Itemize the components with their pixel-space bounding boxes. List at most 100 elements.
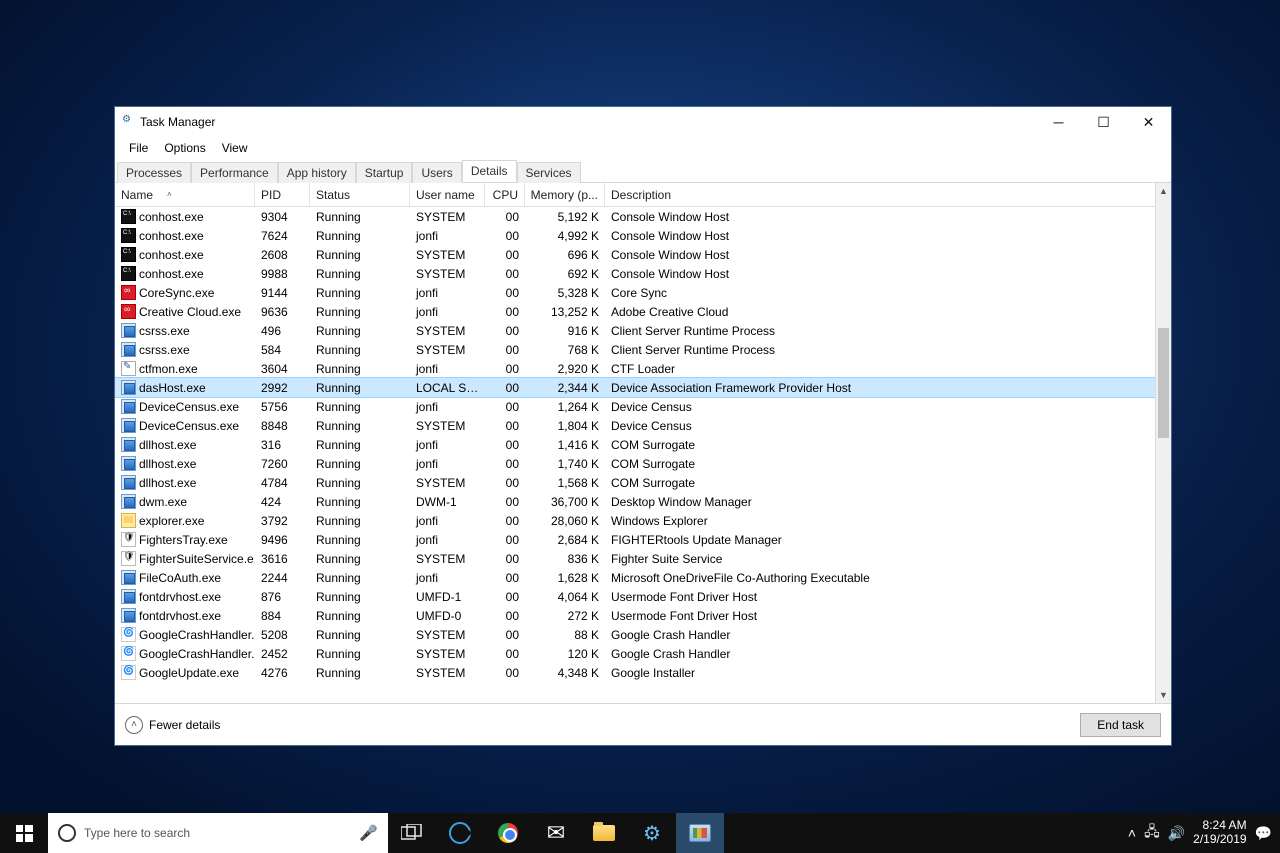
taskbar-icons: ✉ ⚙ (388, 813, 724, 853)
process-name: conhost.exe (139, 210, 204, 224)
chevron-up-icon: ˄ (125, 716, 143, 734)
process-row[interactable]: fontdrvhost.exe876RunningUMFD-1004,064 K… (115, 587, 1155, 606)
column-header-cpu[interactable]: CPU (485, 183, 525, 206)
taskbar-chrome[interactable] (484, 813, 532, 853)
scroll-up-arrow-icon[interactable]: ▲ (1156, 183, 1171, 199)
tab-performance[interactable]: Performance (191, 162, 278, 183)
process-row[interactable]: dwm.exe424RunningDWM-10036,700 KDesktop … (115, 492, 1155, 511)
process-row[interactable]: FighterSuiteService.e...3616RunningSYSTE… (115, 549, 1155, 568)
taskbar-mail[interactable]: ✉ (532, 813, 580, 853)
scroll-down-arrow-icon[interactable]: ▼ (1156, 687, 1171, 703)
menu-file[interactable]: File (121, 139, 156, 157)
process-user: SYSTEM (410, 476, 485, 490)
process-row[interactable]: FightersTray.exe9496Runningjonfi002,684 … (115, 530, 1155, 549)
process-row[interactable]: GoogleUpdate.exe4276RunningSYSTEM004,348… (115, 663, 1155, 682)
taskbar-settings-app[interactable]: ⚙ (628, 813, 676, 853)
process-row[interactable]: explorer.exe3792Runningjonfi0028,060 KWi… (115, 511, 1155, 530)
process-status: Running (310, 457, 410, 471)
gear-icon: ⚙ (643, 821, 661, 846)
process-cpu: 00 (485, 457, 525, 471)
process-pid: 7260 (255, 457, 310, 471)
process-icon (121, 247, 136, 262)
process-row[interactable]: GoogleCrashHandler...5208RunningSYSTEM00… (115, 625, 1155, 644)
process-row[interactable]: DeviceCensus.exe5756Runningjonfi001,264 … (115, 397, 1155, 416)
process-pid: 4276 (255, 666, 310, 680)
menu-options[interactable]: Options (156, 139, 213, 157)
tray-overflow-icon[interactable]: ˄ (1128, 825, 1136, 841)
column-header-name[interactable]: Name˄ (115, 183, 255, 206)
process-status: Running (310, 514, 410, 528)
tray-network-icon[interactable]: 🖧 (1144, 821, 1160, 845)
process-row[interactable]: CoreSync.exe9144Runningjonfi005,328 KCor… (115, 283, 1155, 302)
process-name: dllhost.exe (139, 476, 196, 490)
process-row[interactable]: conhost.exe7624Runningjonfi004,992 KCons… (115, 226, 1155, 245)
tab-startup[interactable]: Startup (356, 162, 413, 183)
process-description: COM Surrogate (605, 457, 1155, 471)
menu-view[interactable]: View (214, 139, 256, 157)
end-task-button[interactable]: End task (1080, 713, 1161, 737)
process-row[interactable]: dasHost.exe2992RunningLOCAL SE...002,344… (115, 378, 1155, 397)
process-memory: 4,992 K (525, 229, 605, 243)
process-pid: 7624 (255, 229, 310, 243)
column-header-status[interactable]: Status (310, 183, 410, 206)
action-center-icon[interactable]: 💬 (1255, 825, 1272, 842)
fewer-details-button[interactable]: ˄ Fewer details (125, 716, 220, 734)
process-memory: 692 K (525, 267, 605, 281)
tab-services[interactable]: Services (517, 162, 581, 183)
process-memory: 916 K (525, 324, 605, 338)
column-header-memory[interactable]: Memory (p... (525, 183, 605, 206)
vertical-scrollbar[interactable]: ▲ ▼ (1155, 183, 1171, 703)
process-description: Adobe Creative Cloud (605, 305, 1155, 319)
process-row[interactable]: conhost.exe9304RunningSYSTEM005,192 KCon… (115, 207, 1155, 226)
process-row[interactable]: GoogleCrashHandler...2452RunningSYSTEM00… (115, 644, 1155, 663)
process-icon (121, 323, 136, 338)
process-name: conhost.exe (139, 267, 204, 281)
microphone-icon[interactable]: 🎤 (359, 824, 378, 842)
taskbar-file-explorer[interactable] (580, 813, 628, 853)
minimize-button[interactable]: ─ (1036, 107, 1081, 137)
process-row[interactable]: fontdrvhost.exe884RunningUMFD-000272 KUs… (115, 606, 1155, 625)
process-icon (121, 589, 136, 604)
column-header-username[interactable]: User name (410, 183, 485, 206)
taskbar-task-manager[interactable] (676, 813, 724, 853)
tray-clock[interactable]: 8:24 AM 2/19/2019 (1193, 819, 1246, 847)
taskbar-edge[interactable] (436, 813, 484, 853)
process-row[interactable]: FileCoAuth.exe2244Runningjonfi001,628 KM… (115, 568, 1155, 587)
process-icon (121, 342, 136, 357)
start-button[interactable] (0, 813, 48, 853)
process-row[interactable]: conhost.exe9988RunningSYSTEM00692 KConso… (115, 264, 1155, 283)
task-view-button[interactable] (388, 813, 436, 853)
process-icon (121, 361, 136, 376)
process-description: Google Crash Handler (605, 647, 1155, 661)
process-row[interactable]: ctfmon.exe3604Runningjonfi002,920 KCTF L… (115, 359, 1155, 378)
tray-volume-icon[interactable]: 🔊 (1168, 825, 1185, 842)
process-row[interactable]: dllhost.exe7260Runningjonfi001,740 KCOM … (115, 454, 1155, 473)
close-button[interactable]: ✕ (1126, 107, 1171, 137)
process-cpu: 00 (485, 609, 525, 623)
process-pid: 2244 (255, 571, 310, 585)
tab-processes[interactable]: Processes (117, 162, 191, 183)
titlebar[interactable]: Task Manager ─ ☐ ✕ (115, 107, 1171, 137)
column-header-pid[interactable]: PID (255, 183, 310, 206)
process-status: Running (310, 609, 410, 623)
tab-app-history[interactable]: App history (278, 162, 356, 183)
process-row[interactable]: conhost.exe2608RunningSYSTEM00696 KConso… (115, 245, 1155, 264)
search-box[interactable]: Type here to search 🎤 (48, 813, 388, 853)
scrollbar-thumb[interactable] (1158, 328, 1169, 438)
tab-users[interactable]: Users (412, 162, 461, 183)
process-row[interactable]: dllhost.exe4784RunningSYSTEM001,568 KCOM… (115, 473, 1155, 492)
process-description: COM Surrogate (605, 438, 1155, 452)
process-status: Running (310, 400, 410, 414)
column-header-description[interactable]: Description (605, 183, 1171, 206)
process-row[interactable]: dllhost.exe316Runningjonfi001,416 KCOM S… (115, 435, 1155, 454)
process-row[interactable]: csrss.exe584RunningSYSTEM00768 KClient S… (115, 340, 1155, 359)
tab-details[interactable]: Details (462, 160, 517, 182)
maximize-button[interactable]: ☐ (1081, 107, 1126, 137)
process-row[interactable]: Creative Cloud.exe9636Runningjonfi0013,2… (115, 302, 1155, 321)
process-name: dllhost.exe (139, 438, 196, 452)
process-row[interactable]: DeviceCensus.exe8848RunningSYSTEM001,804… (115, 416, 1155, 435)
process-description: Google Installer (605, 666, 1155, 680)
process-description: Desktop Window Manager (605, 495, 1155, 509)
process-row[interactable]: csrss.exe496RunningSYSTEM00916 KClient S… (115, 321, 1155, 340)
process-icon (121, 532, 136, 547)
